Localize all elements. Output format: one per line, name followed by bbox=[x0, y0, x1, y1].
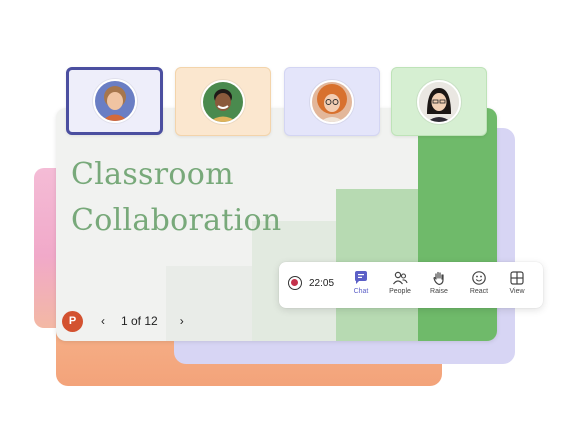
meeting-timer: 22:05 bbox=[309, 277, 335, 289]
people-label: People bbox=[389, 288, 411, 295]
avatar bbox=[417, 79, 461, 124]
view-button[interactable]: View bbox=[497, 270, 537, 302]
participant-tile-2[interactable] bbox=[175, 67, 271, 136]
raise-hand-icon bbox=[433, 271, 444, 286]
participant-tile-1[interactable] bbox=[66, 67, 163, 135]
meeting-toolbar: 22:05 Chat People Raise React View bbox=[279, 262, 543, 308]
raise-label: Raise bbox=[430, 288, 448, 295]
powerpoint-icon: P bbox=[62, 310, 83, 332]
people-button[interactable]: People bbox=[380, 270, 420, 302]
chevron-right-icon[interactable]: › bbox=[174, 314, 190, 328]
slide-title-line-2: Collaboration bbox=[71, 203, 282, 238]
slide-title: Classroom Collaboration bbox=[71, 152, 391, 244]
participant-strip bbox=[66, 67, 487, 137]
record-icon bbox=[288, 276, 302, 290]
view-label: View bbox=[509, 288, 525, 295]
view-icon bbox=[510, 271, 524, 285]
chevron-left-icon[interactable]: ‹ bbox=[95, 314, 111, 328]
slide-title-line-1: Classroom bbox=[71, 157, 234, 192]
avatar bbox=[201, 79, 245, 124]
chat-icon bbox=[355, 271, 367, 284]
participant-tile-4[interactable] bbox=[391, 67, 487, 136]
react-button[interactable]: React bbox=[459, 270, 499, 302]
chat-label: Chat bbox=[353, 288, 369, 295]
people-icon bbox=[393, 271, 408, 285]
avatar bbox=[92, 79, 137, 123]
chat-button[interactable]: Chat bbox=[341, 270, 381, 302]
participant-tile-3[interactable] bbox=[284, 67, 380, 136]
react-icon bbox=[472, 271, 486, 285]
avatar bbox=[310, 79, 354, 124]
page-counter: 1 of 12 bbox=[121, 314, 158, 328]
raise-hand-button[interactable]: Raise bbox=[419, 270, 459, 302]
recording-indicator: 22:05 bbox=[288, 276, 334, 290]
react-label: React bbox=[469, 288, 489, 295]
slide-pager: P ‹ 1 of 12 › bbox=[62, 310, 212, 332]
